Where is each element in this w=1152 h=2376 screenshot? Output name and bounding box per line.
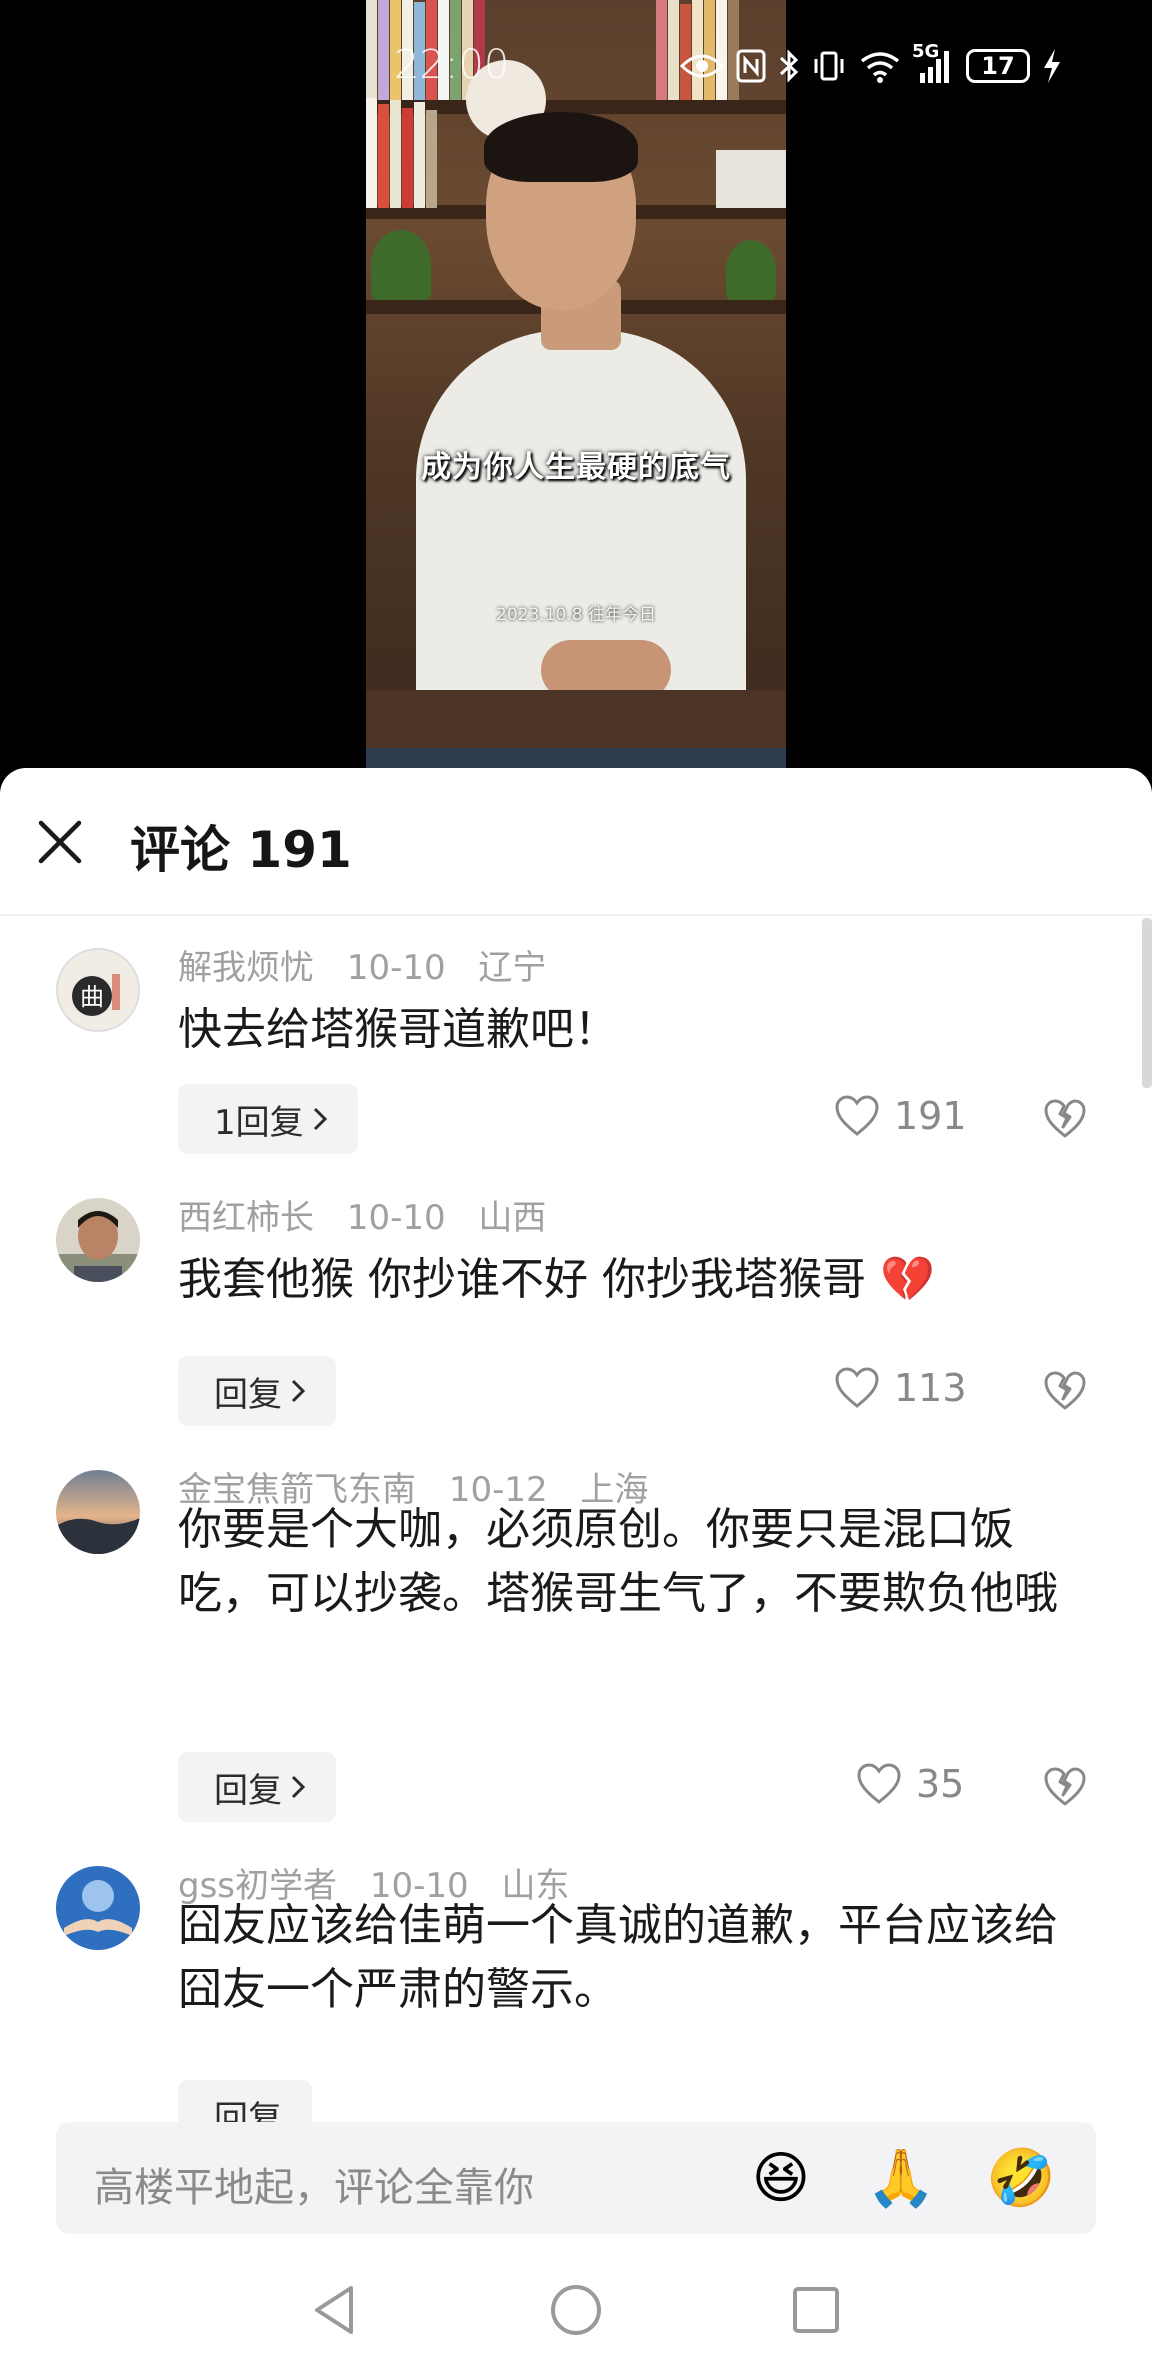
reply-button[interactable]: 1回复	[178, 1084, 358, 1154]
video-bottom-strip	[366, 748, 786, 768]
video-date-caption: 2023.10.8 往年今日	[496, 605, 656, 625]
status-time: 22:00	[394, 42, 510, 88]
reply-button[interactable]: 回复	[178, 1356, 336, 1426]
reply-label: 回复	[214, 1374, 282, 1415]
nav-recents-button[interactable]	[786, 2280, 846, 2340]
comment-sheet-header: 评论 191	[0, 768, 1152, 916]
eye-comfort-icon	[680, 52, 724, 80]
broken-heart-icon	[1044, 1767, 1086, 1806]
close-icon	[38, 820, 82, 864]
reply-label: 回复	[214, 1770, 282, 1811]
comment-username[interactable]: 解我烦忧	[178, 948, 314, 988]
comment-meta: 西红柿长 10-10 山西	[178, 1190, 568, 1239]
plant	[726, 240, 776, 300]
reply-label: 1回复	[214, 1102, 304, 1143]
comment-text[interactable]: 你要是个大咖，必须原创。你要只是混口饭吃，可以抄袭。塔猴哥生气了，不要欺负他哦	[178, 1498, 1098, 1626]
photo-avatar-icon	[56, 1198, 140, 1282]
charging-icon	[1042, 49, 1062, 83]
back-triangle-icon	[315, 2286, 353, 2334]
user-avatar[interactable]	[56, 1470, 140, 1554]
landscape-avatar-icon	[56, 1470, 140, 1554]
comment-location: 山西	[478, 1198, 547, 1238]
dislike-button[interactable]	[1040, 1366, 1090, 1416]
like-count: 191	[894, 1094, 967, 1138]
wifi-icon	[858, 49, 902, 83]
comment-input-placeholder[interactable]: 高楼平地起，评论全靠你	[94, 2155, 534, 2213]
like-button[interactable]: 113	[834, 1366, 967, 1410]
cellular-signal-icon: 5G	[912, 41, 954, 83]
reply-button[interactable]: 回复	[178, 1752, 336, 1822]
dislike-button[interactable]	[1040, 1762, 1090, 1812]
close-button[interactable]	[30, 812, 90, 872]
chevron-right-icon	[313, 1107, 327, 1131]
heart-icon	[835, 1367, 879, 1408]
calligraphy-avatar-icon: 曲	[58, 950, 138, 1030]
comment-meta: 解我烦忧 10-10 辽宁	[178, 940, 568, 989]
bluetooth-icon	[778, 48, 800, 84]
comment-date: 10-10	[346, 948, 446, 988]
comment-text[interactable]: 快去给塔猴哥道歉吧！	[178, 998, 1098, 1062]
system-navigation-bar	[0, 2248, 1152, 2376]
laughing-emoji-button[interactable]: 😆	[746, 2144, 816, 2214]
pray-emoji-button[interactable]: 🙏	[866, 2144, 936, 2214]
rofl-emoji-button[interactable]: 🤣	[986, 2144, 1056, 2214]
home-circle-icon	[551, 2285, 601, 2335]
battery-indicator: 17	[966, 49, 1030, 83]
user-avatar[interactable]: 曲	[56, 948, 140, 1032]
comment-count-title: 评论 191	[130, 821, 352, 879]
comment-text[interactable]: 囧友应该给佳萌一个真诚的道歉，平台应该给囧友一个严肃的警示。	[178, 1894, 1098, 2022]
video-subtitle: 成为你人生最硬的底气	[421, 450, 731, 485]
dislike-button[interactable]	[1040, 1094, 1090, 1144]
like-button[interactable]: 191	[834, 1094, 967, 1138]
like-count: 35	[916, 1762, 965, 1806]
vibrate-icon	[812, 49, 846, 83]
status-icons: 5G 17	[680, 41, 1062, 86]
framed-book	[716, 150, 786, 208]
comment-date: 10-10	[346, 1198, 446, 1238]
broken-heart-icon	[1044, 1099, 1086, 1138]
chevron-right-icon	[291, 1775, 306, 1799]
comment-location: 辽宁	[478, 948, 547, 988]
reply-button[interactable]: 回复	[178, 2080, 312, 2128]
comment-list[interactable]: 曲 解我烦忧 10-10 辽宁 快去给塔猴哥道歉吧！ 1回复 191 西红柿长 …	[0, 918, 1152, 2128]
comment-sheet: 评论 191 曲 解我烦忧 10-10 辽宁 快去给塔猴哥道歉吧！ 1回复 19…	[0, 768, 1152, 2376]
nav-back-button[interactable]	[305, 2280, 365, 2340]
chevron-right-icon	[291, 1379, 306, 1403]
recents-square-icon	[793, 2287, 839, 2333]
comment-input-bar[interactable]: 高楼平地起，评论全靠你 😆 🙏 🤣	[56, 2122, 1096, 2234]
like-count: 113	[894, 1366, 967, 1410]
nav-home-button[interactable]	[546, 2280, 606, 2340]
nfc-icon	[736, 49, 766, 83]
hands-avatar-icon	[56, 1866, 140, 1950]
like-button[interactable]: 35	[856, 1762, 964, 1806]
heart-icon	[857, 1763, 901, 1804]
user-avatar[interactable]	[56, 1198, 140, 1282]
comment-text[interactable]: 我套他猴 你抄谁不好 你抄我塔猴哥 💔	[178, 1248, 1098, 1312]
heart-icon	[835, 1095, 879, 1136]
network-type-label: 5G	[912, 41, 940, 62]
status-bar: 22:00 5G 17	[0, 0, 1152, 130]
user-avatar[interactable]	[56, 1866, 140, 1950]
table	[366, 690, 786, 750]
svg-text:曲: 曲	[80, 983, 104, 1011]
broken-heart-icon	[1044, 1371, 1086, 1410]
comment-username[interactable]: 西红柿长	[178, 1198, 314, 1238]
plant	[371, 230, 431, 300]
